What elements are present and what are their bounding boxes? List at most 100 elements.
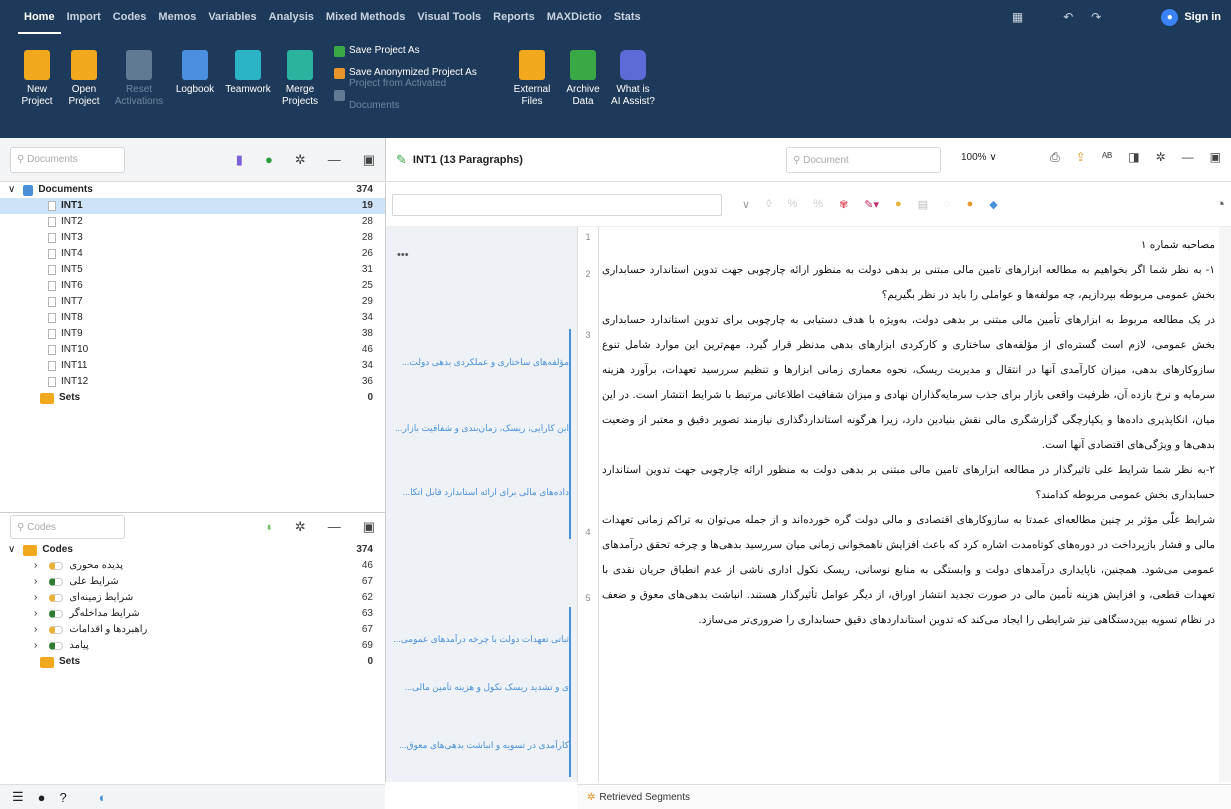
sign-in-button[interactable]: ● Sign in bbox=[1161, 8, 1221, 26]
codes-search-input[interactable]: ⚲ Codes bbox=[10, 515, 125, 539]
project-from-activated-button[interactable]: Project from Activated Documents bbox=[334, 78, 499, 111]
tab-stats[interactable]: Stats bbox=[608, 0, 647, 34]
document-item[interactable]: INT12 36 bbox=[0, 374, 385, 390]
split-view-icon[interactable]: ◨ bbox=[1128, 150, 1139, 165]
collapse-icon[interactable]: ∨ bbox=[8, 542, 15, 558]
tab-maxdictio[interactable]: MAXDictio bbox=[541, 0, 608, 34]
merge-projects-button[interactable]: Merge Projects bbox=[280, 40, 320, 108]
maximize-icon[interactable]: ▣ bbox=[363, 519, 375, 535]
documents-root[interactable]: ∨ Documents 374 bbox=[0, 182, 385, 198]
symbol-icon[interactable]: ◌ bbox=[944, 198, 951, 211]
new-project-button[interactable]: New Project bbox=[20, 40, 54, 108]
new-code-icon[interactable]: ◖ bbox=[265, 519, 273, 535]
highlight-icon[interactable]: ✾ bbox=[839, 198, 848, 211]
coding-stripe-label[interactable]: ی و تشدید ریسک نکول و هزینه تأمین مالی..… bbox=[394, 682, 569, 693]
teamwork-button[interactable]: Teamwork bbox=[225, 40, 271, 96]
paragraph-number[interactable]: 5 bbox=[578, 593, 598, 603]
code-with-new-code-icon[interactable]: ◊ bbox=[766, 198, 771, 211]
document-item[interactable]: INT6 25 bbox=[0, 278, 385, 294]
zoom-select[interactable]: 100% ∨ bbox=[961, 152, 997, 163]
expand-icon[interactable]: › bbox=[34, 558, 37, 574]
gear-icon[interactable]: ✲ bbox=[295, 519, 306, 535]
paragraph-number[interactable]: 4 bbox=[578, 527, 598, 537]
code-sets[interactable]: Sets 0 bbox=[0, 654, 385, 670]
tab-visual-tools[interactable]: Visual Tools bbox=[411, 0, 487, 34]
collapse-icon[interactable]: ∨ bbox=[8, 182, 15, 198]
calculator-icon[interactable]: ▦ bbox=[1012, 10, 1023, 24]
spelling-icon[interactable]: ᴬᴮ bbox=[1102, 150, 1112, 165]
paragraph[interactable]: ۲-به نظر شما شرایط علی تاثیرگذار در مطال… bbox=[602, 458, 1215, 508]
add-icon[interactable]: ● bbox=[265, 152, 273, 168]
minimize-icon[interactable]: — bbox=[328, 519, 341, 535]
expand-icon[interactable]: › bbox=[34, 574, 37, 590]
paragraph-number[interactable]: 3 bbox=[578, 330, 598, 340]
coding-stripe-label[interactable]: داده‌های مالی برای ارائه استاندارد قابل … bbox=[394, 487, 569, 498]
memo-more-icon[interactable]: ••• bbox=[397, 249, 409, 261]
paragraph[interactable]: مصاحبه شماره ۱ bbox=[602, 233, 1215, 258]
toggle-icon[interactable]: ◐ bbox=[99, 790, 107, 805]
tab-import[interactable]: Import bbox=[61, 0, 107, 34]
gear-icon[interactable]: ✲ bbox=[295, 152, 306, 168]
tab-codes[interactable]: Codes bbox=[107, 0, 153, 34]
save-project-as-button[interactable]: Save Project As bbox=[334, 40, 499, 62]
tab-home[interactable]: Home bbox=[18, 0, 61, 34]
comment-icon[interactable]: ● bbox=[967, 198, 974, 211]
in-vivo-icon[interactable]: ▤ bbox=[918, 198, 928, 211]
code-item[interactable]: › شرایط مداخله‌گر 63 bbox=[0, 606, 385, 622]
document-scrollbar[interactable] bbox=[1219, 227, 1231, 782]
reset-activations-button[interactable]: Reset Activations bbox=[114, 40, 164, 108]
paragraph[interactable]: ۱- به نظر شما اگر بخواهیم به مطالعه ابزا… bbox=[602, 258, 1215, 308]
maximize-icon[interactable]: ▣ bbox=[363, 152, 375, 168]
codes-root[interactable]: ∨ Codes 374 bbox=[0, 542, 385, 558]
tab-mixed-methods[interactable]: Mixed Methods bbox=[320, 0, 411, 34]
external-files-button[interactable]: External Files bbox=[509, 40, 555, 108]
code-with-recent-icon[interactable]: % bbox=[788, 198, 798, 211]
document-item[interactable]: INT1 19 bbox=[0, 198, 385, 214]
document-text[interactable]: مصاحبه شماره ۱ ۱- به نظر شما اگر بخواهیم… bbox=[602, 227, 1219, 782]
archive-data-button[interactable]: Archive Data bbox=[565, 40, 601, 108]
document-item[interactable]: INT2 28 bbox=[0, 214, 385, 230]
code-item[interactable]: › پدیده محوری 46 bbox=[0, 558, 385, 574]
undo-icon[interactable]: ↶ bbox=[1063, 10, 1073, 24]
document-item[interactable]: INT11 34 bbox=[0, 358, 385, 374]
redo-icon[interactable]: ↷ bbox=[1091, 10, 1101, 24]
expand-icon[interactable]: › bbox=[34, 622, 37, 638]
minimize-icon[interactable]: — bbox=[1182, 150, 1194, 165]
paragraph-number[interactable]: 1 bbox=[578, 232, 598, 242]
paragraph[interactable]: در یک مطالعه مربوط به ابزارهای تأمین مال… bbox=[602, 308, 1215, 458]
documents-search-input[interactable]: ⚲ Documents bbox=[10, 146, 125, 173]
tab-variables[interactable]: Variables bbox=[202, 0, 262, 34]
tab-memos[interactable]: Memos bbox=[152, 0, 202, 34]
edit-document-icon[interactable]: ✎ bbox=[396, 152, 407, 168]
expand-icon[interactable]: › bbox=[34, 590, 37, 606]
coding-stripe-label[interactable]: ثباتی تعهدات دولت با چرخه درآمدهای عمومی… bbox=[394, 634, 569, 645]
code-select-dropdown[interactable] bbox=[392, 193, 722, 216]
code-item[interactable]: › پیامد 69 bbox=[0, 638, 385, 654]
new-document-icon[interactable]: ▮ bbox=[236, 152, 243, 168]
toggle-pen-icon[interactable]: ◔ bbox=[1216, 196, 1225, 213]
document-sets[interactable]: Sets 0 bbox=[0, 390, 385, 406]
expand-icon[interactable]: › bbox=[34, 606, 37, 622]
emoticode-icon[interactable]: ● bbox=[895, 198, 902, 211]
minimize-icon[interactable]: — bbox=[328, 152, 341, 168]
ai-coding-icon[interactable]: ◆ bbox=[989, 198, 997, 211]
paragraph[interactable]: شرایط علّی مؤثر بر چنین مطالعه‌ای عمدتا … bbox=[602, 508, 1215, 633]
help-icon[interactable]: ? bbox=[60, 790, 67, 805]
gear-icon[interactable]: ✲ bbox=[1156, 150, 1166, 165]
document-item[interactable]: INT10 46 bbox=[0, 342, 385, 358]
paragraph-number[interactable]: 2 bbox=[578, 269, 598, 279]
document-item[interactable]: INT7 29 bbox=[0, 294, 385, 310]
chat-icon[interactable]: ● bbox=[38, 790, 46, 805]
document-item[interactable]: INT8 34 bbox=[0, 310, 385, 326]
code-item[interactable]: › شرایط زمینه‌ای 62 bbox=[0, 590, 385, 606]
menu-icon[interactable]: ☰ bbox=[12, 789, 24, 805]
chevron-down-icon[interactable]: ∨ bbox=[742, 198, 750, 211]
maximize-icon[interactable]: ▣ bbox=[1210, 150, 1221, 165]
code-item[interactable]: › راهبردها و اقدامات 67 bbox=[0, 622, 385, 638]
expand-icon[interactable]: › bbox=[34, 638, 37, 654]
color-coding-icon[interactable]: ✎▾ bbox=[864, 198, 879, 211]
logbook-button[interactable]: Logbook bbox=[174, 40, 216, 96]
code-item[interactable]: › شرایط علی 67 bbox=[0, 574, 385, 590]
document-item[interactable]: INT5 31 bbox=[0, 262, 385, 278]
tab-analysis[interactable]: Analysis bbox=[263, 0, 320, 34]
